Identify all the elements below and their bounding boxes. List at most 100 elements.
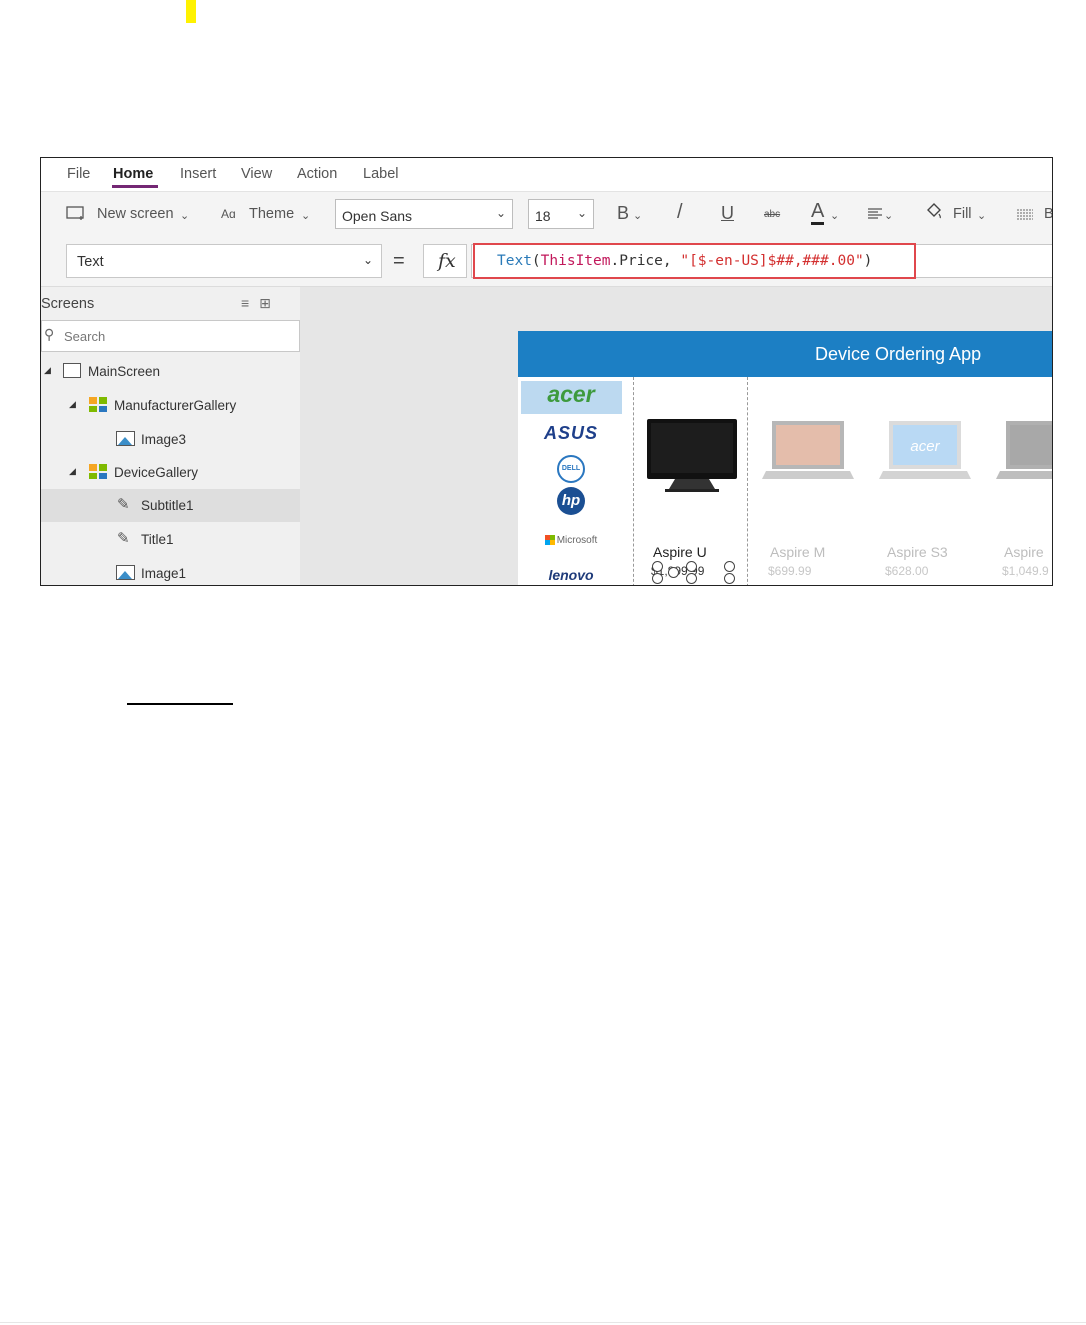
resize-handle[interactable]	[652, 561, 663, 572]
image-icon	[116, 431, 135, 446]
collapse-triangle-icon[interactable]: ◢	[44, 365, 51, 376]
dell-logo-text: DELL	[557, 455, 585, 483]
manufacturer-logo-acer[interactable]: acer	[518, 381, 624, 408]
device-image-aspire-s3: acer	[879, 421, 971, 479]
design-canvas[interactable]: Device Ordering App acer ASUS DELL hp Mi…	[300, 287, 1052, 585]
manufacturer-logo-hp[interactable]: hp	[518, 487, 624, 515]
menu-insert[interactable]: Insert	[180, 166, 216, 182]
tree-node-subtitle1[interactable]: ✎ Subtitle1	[41, 489, 300, 522]
tree-node-label: Title1	[141, 532, 174, 547]
menu-action[interactable]: Action	[297, 166, 337, 182]
device-item[interactable]: Aspire M $699.99	[750, 377, 867, 585]
device-image-aspire-m	[762, 421, 854, 479]
underline-mark	[127, 703, 233, 705]
fx-icon: fx	[438, 250, 456, 272]
formula-open-paren: (	[531, 253, 541, 269]
grid-view-icon[interactable]: ⊞	[259, 295, 281, 311]
device-title: Aspire	[1004, 544, 1044, 560]
manufacturer-logo-asus[interactable]: ASUS	[518, 423, 624, 444]
formula-member: .Price,	[610, 253, 681, 269]
view-toggle-icons: ≡⊞	[241, 295, 281, 312]
list-view-icon[interactable]: ≡	[241, 295, 259, 311]
tree-node-mainscreen[interactable]: ◢ MainScreen	[41, 355, 300, 388]
menu-home[interactable]: Home	[113, 166, 153, 182]
collapse-triangle-icon[interactable]: ◢	[69, 466, 76, 477]
active-tab-indicator	[112, 185, 158, 188]
selection-handles[interactable]	[652, 561, 735, 584]
chevron-down-icon: ⌄	[301, 210, 311, 222]
chevron-down-icon: ⌄	[495, 206, 506, 220]
app-header: Device Ordering App	[518, 331, 1052, 377]
bold-label: B	[617, 203, 630, 223]
font-color-label: A	[811, 200, 825, 225]
hp-logo-text: hp	[557, 487, 585, 515]
device-image-aspire-u	[647, 419, 737, 492]
italic-button[interactable]: /	[677, 201, 683, 224]
tree-node-image3[interactable]: Image3	[41, 423, 300, 456]
svg-text:acer: acer	[910, 438, 940, 455]
tree-node-manufacturergallery[interactable]: ◢ ManufacturerGallery	[41, 389, 300, 422]
resize-handle[interactable]	[652, 573, 663, 584]
fx-button[interactable]: fx	[423, 244, 467, 278]
powerapps-editor-window: File Home Insert View Action Label New s…	[40, 157, 1053, 586]
underline-button[interactable]: U	[721, 203, 734, 224]
manufacturer-gallery: acer ASUS DELL hp Microsoft lenovo	[518, 377, 630, 585]
device-item[interactable]: Aspire U $1,899.99	[633, 377, 750, 585]
search-icon: ⚲	[44, 326, 55, 342]
new-screen-label: New screen	[97, 206, 174, 222]
font-family-dropdown[interactable]: Open Sans ⌄	[335, 199, 513, 229]
font-size-dropdown[interactable]: 18 ⌄	[528, 199, 594, 229]
tree-node-image1[interactable]: Image1	[41, 557, 300, 585]
formula-function: Text	[497, 253, 532, 269]
edit-label-icon: ✎	[117, 530, 130, 547]
device-item[interactable]: acer Aspire S3 $628.00	[867, 377, 984, 585]
tree-node-label: DeviceGallery	[114, 465, 199, 480]
menu-view[interactable]: View	[241, 166, 272, 182]
resize-handle[interactable]	[668, 567, 679, 578]
chevron-down-icon: ⌄	[180, 210, 190, 222]
tree-view-panel: Screens ≡⊞ ⚲ Search ◢ MainScreen ◢ Manuf…	[41, 287, 300, 585]
chevron-down-icon: ⌄	[830, 210, 840, 222]
property-value: Text	[77, 254, 104, 270]
equals-sign: =	[393, 250, 405, 272]
device-image-aspire	[996, 421, 1052, 479]
device-item[interactable]: Aspire $1,049.9	[984, 377, 1052, 585]
property-dropdown[interactable]: Text ⌄	[66, 244, 382, 278]
manufacturer-logo-lenovo[interactable]: lenovo	[518, 567, 624, 583]
ribbon-toolbar: New screen ⌄ Aɑ Theme ⌄ Open Sans ⌄ 18 ⌄…	[41, 191, 1052, 239]
new-screen-icon	[66, 205, 86, 226]
tree-node-label: MainScreen	[88, 364, 161, 379]
edit-label-icon: ✎	[117, 496, 130, 513]
chevron-down-icon: ⌄	[977, 210, 987, 222]
border-icon	[1016, 208, 1034, 226]
device-title: Aspire M	[770, 544, 826, 560]
tree-node-label: Image3	[141, 432, 187, 447]
gallery-icon	[89, 464, 107, 479]
formula-text[interactable]: Text(ThisItem.Price, "[$-en-US]$##,###.0…	[497, 253, 872, 269]
tree-node-devicegallery[interactable]: ◢ DeviceGallery	[41, 456, 300, 489]
menu-label[interactable]: Label	[363, 166, 398, 182]
resize-handle[interactable]	[724, 573, 735, 584]
tree-header: Screens	[41, 296, 95, 312]
formula-close-paren: )	[863, 253, 873, 269]
resize-handle[interactable]	[686, 573, 697, 584]
search-placeholder: Search	[64, 329, 106, 344]
tree-node-label: Subtitle1	[141, 498, 194, 513]
manufacturer-logo-dell[interactable]: DELL	[518, 455, 624, 483]
align-icon	[867, 207, 883, 226]
device-price: $1,049.9	[1002, 564, 1049, 578]
menu-file[interactable]: File	[67, 166, 90, 182]
chevron-down-icon: ⌄	[884, 210, 894, 222]
microsoft-logo-icon	[544, 535, 555, 546]
tree-node-label: ManufacturerGallery	[114, 398, 237, 413]
strikethrough-button[interactable]: abc	[764, 209, 780, 220]
resize-handle[interactable]	[724, 561, 735, 572]
screen-icon	[63, 363, 81, 378]
manufacturer-logo-microsoft[interactable]: Microsoft	[518, 535, 624, 546]
theme-label: Theme	[249, 206, 295, 222]
collapse-triangle-icon[interactable]: ◢	[69, 399, 76, 410]
tree-node-title1[interactable]: ✎ Title1	[41, 523, 300, 556]
resize-handle[interactable]	[686, 561, 697, 572]
device-price: $628.00	[885, 564, 929, 578]
tree-search[interactable]: ⚲ Search	[41, 320, 300, 352]
